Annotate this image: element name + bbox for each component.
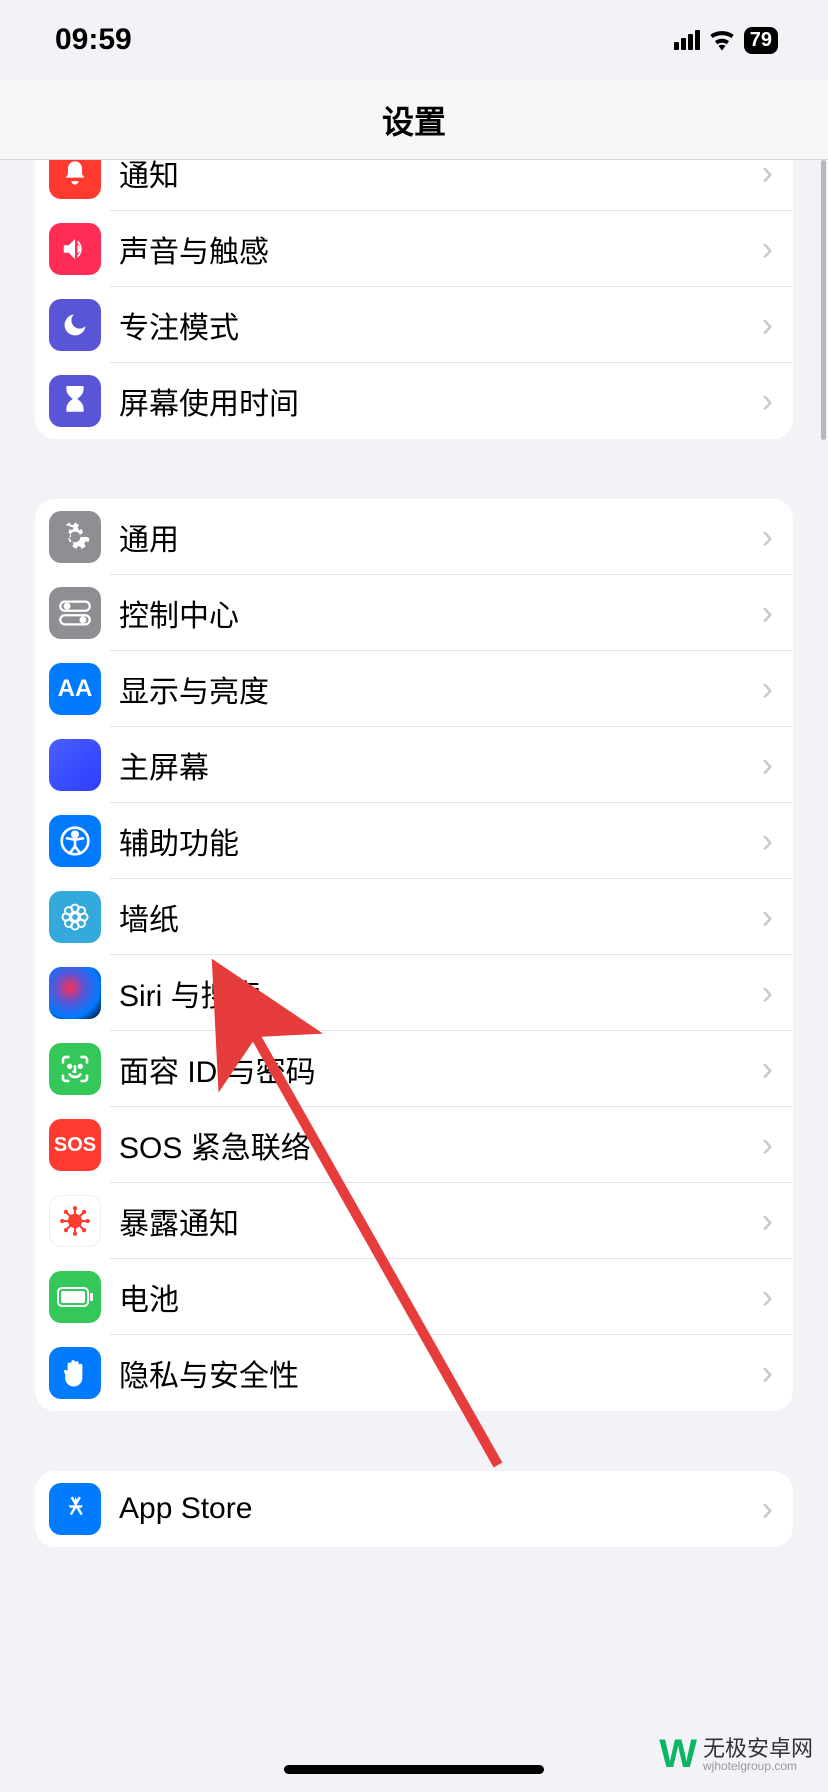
watermark: W 无极安卓网 wjhotelgroup.com	[659, 1732, 813, 1777]
settings-group-3: App Store ›	[35, 1471, 793, 1547]
status-time: 09:59	[55, 23, 132, 57]
row-control-center[interactable]: 控制中心 ›	[35, 575, 793, 651]
cellular-signal-icon	[674, 30, 700, 50]
settings-group-1: 通知 › 声音与触感 › 专注模式 › 屏幕使用时间 ›	[35, 160, 793, 439]
row-display[interactable]: AA 显示与亮度 ›	[35, 651, 793, 727]
row-label: App Store	[119, 1492, 762, 1526]
chevron-right-icon: ›	[762, 898, 773, 937]
status-indicators: 79	[674, 27, 778, 54]
chevron-right-icon: ›	[762, 306, 773, 345]
row-app-store[interactable]: App Store ›	[35, 1471, 793, 1547]
row-label: 通用	[119, 515, 762, 559]
chevron-right-icon: ›	[762, 160, 773, 193]
watermark-url: wjhotelgroup.com	[703, 1760, 813, 1772]
row-label: 辅助功能	[119, 819, 762, 863]
row-siri[interactable]: Siri 与搜索 ›	[35, 955, 793, 1031]
chevron-right-icon: ›	[762, 1278, 773, 1317]
battery-icon	[49, 1271, 101, 1323]
row-sounds[interactable]: 声音与触感 ›	[35, 211, 793, 287]
battery-indicator: 79	[744, 27, 778, 54]
settings-content[interactable]: 通知 › 声音与触感 › 专注模式 › 屏幕使用时间 › 通用 › 控制中心 ›	[0, 160, 828, 1792]
hourglass-icon	[49, 375, 101, 427]
chevron-right-icon: ›	[762, 974, 773, 1013]
chevron-right-icon: ›	[762, 822, 773, 861]
row-label: 声音与触感	[119, 227, 762, 271]
accessibility-icon	[49, 815, 101, 867]
chevron-right-icon: ›	[762, 1050, 773, 1089]
page-title: 设置	[382, 97, 446, 143]
row-label: 专注模式	[119, 303, 762, 347]
moon-icon	[49, 299, 101, 351]
chevron-right-icon: ›	[762, 382, 773, 421]
row-general[interactable]: 通用 ›	[35, 499, 793, 575]
row-label: SOS 紧急联络	[119, 1123, 762, 1167]
row-face-id[interactable]: 面容 ID 与密码 ›	[35, 1031, 793, 1107]
row-wallpaper[interactable]: 墙纸 ›	[35, 879, 793, 955]
row-exposure[interactable]: 暴露通知 ›	[35, 1183, 793, 1259]
text-size-icon: AA	[49, 663, 101, 715]
sos-icon: SOS	[49, 1119, 101, 1171]
row-label: 电池	[119, 1275, 762, 1319]
row-privacy[interactable]: 隐私与安全性 ›	[35, 1335, 793, 1411]
row-accessibility[interactable]: 辅助功能 ›	[35, 803, 793, 879]
row-label: 主屏幕	[119, 743, 762, 787]
nav-header: 设置	[0, 80, 828, 160]
row-label: 屏幕使用时间	[119, 379, 762, 423]
home-indicator[interactable]	[284, 1765, 544, 1774]
status-bar: 09:59 79	[0, 0, 828, 80]
row-battery[interactable]: 电池 ›	[35, 1259, 793, 1335]
chevron-right-icon: ›	[762, 746, 773, 785]
watermark-logo-icon: W	[659, 1732, 697, 1777]
gear-icon	[49, 511, 101, 563]
home-grid-icon	[49, 739, 101, 791]
row-screen-time[interactable]: 屏幕使用时间 ›	[35, 363, 793, 439]
row-label: 隐私与安全性	[119, 1351, 762, 1395]
settings-group-2: 通用 › 控制中心 › AA 显示与亮度 › 主屏幕 › 辅助功能 › 墙纸 ›	[35, 499, 793, 1411]
chevron-right-icon: ›	[762, 230, 773, 269]
chevron-right-icon: ›	[762, 1126, 773, 1165]
siri-icon	[49, 967, 101, 1019]
flower-icon	[49, 891, 101, 943]
row-label: 控制中心	[119, 591, 762, 635]
exposure-icon	[49, 1195, 101, 1247]
wifi-icon	[708, 29, 736, 51]
hand-icon	[49, 1347, 101, 1399]
chevron-right-icon: ›	[762, 1202, 773, 1241]
row-notifications[interactable]: 通知 ›	[35, 160, 793, 211]
speaker-icon	[49, 223, 101, 275]
row-home-screen[interactable]: 主屏幕 ›	[35, 727, 793, 803]
row-sos[interactable]: SOS SOS 紧急联络 ›	[35, 1107, 793, 1183]
switches-icon	[49, 587, 101, 639]
row-label: 墙纸	[119, 895, 762, 939]
row-focus[interactable]: 专注模式 ›	[35, 287, 793, 363]
chevron-right-icon: ›	[762, 1490, 773, 1529]
chevron-right-icon: ›	[762, 518, 773, 557]
bell-icon	[49, 160, 101, 199]
watermark-text: 无极安卓网	[703, 1738, 813, 1760]
row-label: Siri 与搜索	[119, 971, 762, 1015]
chevron-right-icon: ›	[762, 670, 773, 709]
scrollbar[interactable]	[821, 160, 826, 440]
row-label: 暴露通知	[119, 1199, 762, 1243]
face-id-icon	[49, 1043, 101, 1095]
row-label: 面容 ID 与密码	[119, 1047, 762, 1091]
row-label: 显示与亮度	[119, 667, 762, 711]
chevron-right-icon: ›	[762, 1354, 773, 1393]
row-label: 通知	[119, 160, 762, 195]
chevron-right-icon: ›	[762, 594, 773, 633]
app-store-icon	[49, 1483, 101, 1535]
